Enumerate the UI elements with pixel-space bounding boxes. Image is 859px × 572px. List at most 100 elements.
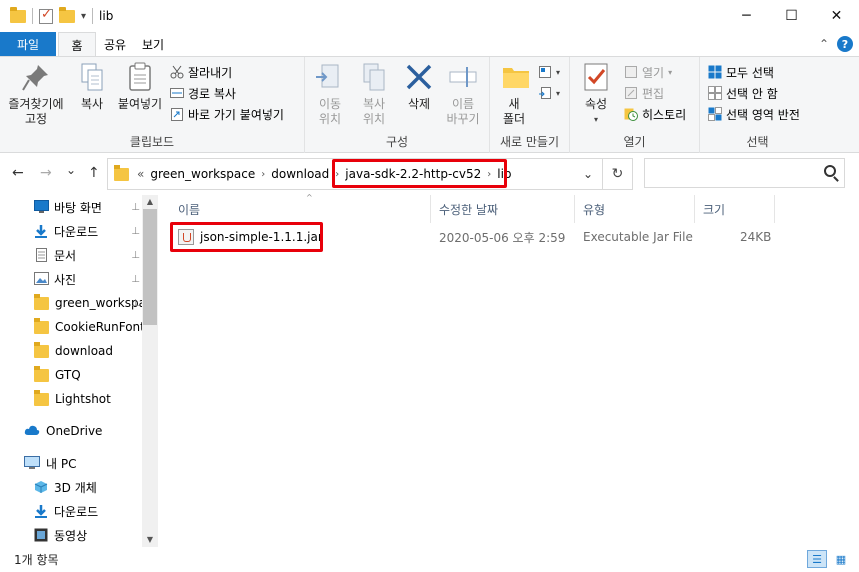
folder-icon: [34, 389, 49, 406]
scroll-down-button[interactable]: ▼: [142, 533, 158, 547]
file-name-cell[interactable]: json-simple-1.1.1.jar: [178, 225, 323, 249]
maximize-button[interactable]: ☐: [769, 0, 814, 32]
sidebar-item-documents[interactable]: 문서 ⊥: [0, 243, 142, 267]
pin-quick-access-button[interactable]: 즐겨찾기에 고정: [4, 61, 68, 127]
folder-icon: [34, 293, 49, 310]
history-button[interactable]: 히스토리: [624, 104, 686, 124]
tab-view[interactable]: 보기: [134, 32, 172, 56]
open-group: 속성 ▾ 열기 ▾ 편집 히스토리 열기: [570, 57, 700, 153]
status-bar: 1개 항목 ☰ ▦: [0, 547, 859, 572]
properties-icon[interactable]: [39, 7, 53, 24]
move-to-button[interactable]: 이동 위치: [309, 61, 351, 127]
breadcrumb-green-workspace[interactable]: green_workspace: [146, 167, 259, 181]
minimize-button[interactable]: ─: [724, 0, 769, 32]
folder-icon: [34, 317, 49, 334]
search-box[interactable]: [644, 158, 845, 188]
back-button[interactable]: ←: [12, 165, 24, 181]
organize-group: 이동 위치 복사 위치 삭제 이름 바꾸기 구성: [305, 57, 490, 153]
new-folder-icon[interactable]: [59, 6, 75, 23]
pin-icon[interactable]: ⊥: [131, 274, 140, 285]
scroll-up-button[interactable]: ▲: [142, 195, 158, 209]
sidebar-item-desktop[interactable]: 바탕 화면 ⊥: [0, 195, 142, 219]
history-label: 히스토리: [642, 107, 687, 122]
sidebar-item-videos[interactable]: 동영상: [0, 523, 142, 547]
breadcrumb-overflow[interactable]: «: [135, 167, 146, 181]
scroll-thumb[interactable]: [143, 209, 157, 325]
paste-shortcut-label: 바로 가기 붙여넣기: [188, 107, 284, 122]
document-icon: [34, 248, 48, 262]
search-icon[interactable]: [824, 165, 836, 177]
new-item-button[interactable]: ▾: [538, 62, 560, 82]
rename-label: 이름 바꾸기: [446, 97, 480, 126]
sidebar-item-this-pc[interactable]: 내 PC: [0, 451, 142, 475]
details-view-icon[interactable]: ☰: [807, 550, 827, 568]
column-header-modified[interactable]: 수정한 날짜: [431, 195, 575, 223]
large-icons-view-icon[interactable]: ▦: [831, 550, 851, 568]
sidebar-item-3d-objects[interactable]: 3D 개체: [0, 475, 142, 499]
sidebar-item-lightshot[interactable]: Lightshot: [0, 387, 142, 411]
pin-icon[interactable]: ⊥: [131, 298, 140, 309]
navigation-pane-scrollbar[interactable]: ▲ ▼: [142, 195, 158, 547]
up-button[interactable]: ↑: [88, 165, 100, 181]
column-header-name[interactable]: 이름 ^: [170, 193, 431, 223]
table-row[interactable]: json-simple-1.1.1.jar 2020-05-06 오후 2:59…: [170, 225, 780, 249]
rename-button[interactable]: 이름 바꾸기: [441, 61, 485, 127]
delete-label: 삭제: [407, 97, 431, 111]
copy-button[interactable]: 복사: [72, 61, 112, 112]
breadcrumb-lib[interactable]: lib: [493, 167, 515, 181]
pin-icon[interactable]: ⊥: [131, 250, 140, 261]
select-all-button[interactable]: 모두 선택: [708, 62, 774, 82]
sidebar-item-pictures[interactable]: 사진 ⊥: [0, 267, 142, 291]
chevron-right-icon[interactable]: ›: [259, 169, 267, 180]
picture-icon: [34, 272, 49, 286]
breadcrumb-java-sdk[interactable]: java-sdk-2.2-http-cv52: [341, 167, 485, 181]
chevron-right-icon[interactable]: ›: [485, 169, 493, 180]
chevron-down-icon: ▾: [556, 67, 561, 77]
column-header-size[interactable]: 크기: [695, 195, 775, 223]
computer-icon: [24, 456, 40, 470]
sidebar-item-onedrive[interactable]: OneDrive: [0, 419, 142, 443]
sidebar-item-cookierunfont[interactable]: CookieRunFont_: [0, 315, 142, 339]
qa-dropdown-icon[interactable]: ▾: [81, 11, 86, 22]
easy-access-button[interactable]: ▾: [538, 83, 560, 103]
pin-icon[interactable]: ⊥: [131, 226, 140, 237]
cloud-icon: [24, 424, 40, 438]
delete-button[interactable]: 삭제: [401, 61, 437, 112]
copy-to-button[interactable]: 복사 위치: [353, 61, 395, 127]
sidebar-item-label: GTQ: [55, 368, 81, 382]
column-header-type[interactable]: 유형: [575, 195, 695, 223]
sidebar-item-downloads[interactable]: 다운로드 ⊥: [0, 219, 142, 243]
collapse-ribbon-icon[interactable]: ⌃: [819, 37, 829, 51]
copy-to-label: 복사 위치: [362, 97, 386, 126]
chevron-right-icon[interactable]: ›: [333, 169, 341, 180]
recent-locations-button[interactable]: ⌄: [66, 163, 76, 177]
edit-icon: [624, 86, 638, 100]
sidebar-item-label: download: [55, 344, 114, 358]
help-icon[interactable]: ?: [837, 36, 853, 52]
tab-share[interactable]: 공유: [96, 32, 134, 56]
paste-button[interactable]: 붙여넣기: [114, 61, 166, 112]
invert-selection-button[interactable]: 선택 영역 반전: [708, 104, 800, 124]
edit-button[interactable]: 편집: [624, 83, 664, 103]
sidebar-item-gtq[interactable]: GTQ: [0, 363, 142, 387]
address-bar[interactable]: « green_workspace › download › java-sdk-…: [107, 158, 633, 190]
open-button[interactable]: 열기 ▾: [624, 62, 672, 82]
sidebar-item-pc-downloads[interactable]: 다운로드: [0, 499, 142, 523]
refresh-button[interactable]: ↻: [602, 159, 632, 189]
cut-button[interactable]: 잘라내기: [170, 62, 232, 82]
paste-shortcut-button[interactable]: 바로 가기 붙여넣기: [170, 104, 284, 124]
close-button[interactable]: ✕: [814, 0, 859, 32]
properties-button[interactable]: 속성 ▾: [578, 61, 614, 127]
forward-button[interactable]: →: [40, 165, 52, 181]
address-dropdown-button[interactable]: ⌄: [574, 167, 602, 181]
sidebar-item-download[interactable]: download: [0, 339, 142, 363]
new-folder-button[interactable]: 새 폴더: [500, 61, 529, 127]
copy-path-button[interactable]: 경로 복사: [170, 83, 236, 103]
select-none-button[interactable]: 선택 안 함: [708, 83, 778, 103]
pin-icon[interactable]: ⊥: [131, 202, 140, 213]
tab-file[interactable]: 파일: [0, 32, 56, 56]
sidebar-item-green-workspace[interactable]: green_workspa ⊥: [0, 291, 142, 315]
tab-home[interactable]: 홈: [58, 32, 96, 57]
folder-icon: [34, 365, 49, 382]
breadcrumb-download[interactable]: download: [267, 167, 333, 181]
